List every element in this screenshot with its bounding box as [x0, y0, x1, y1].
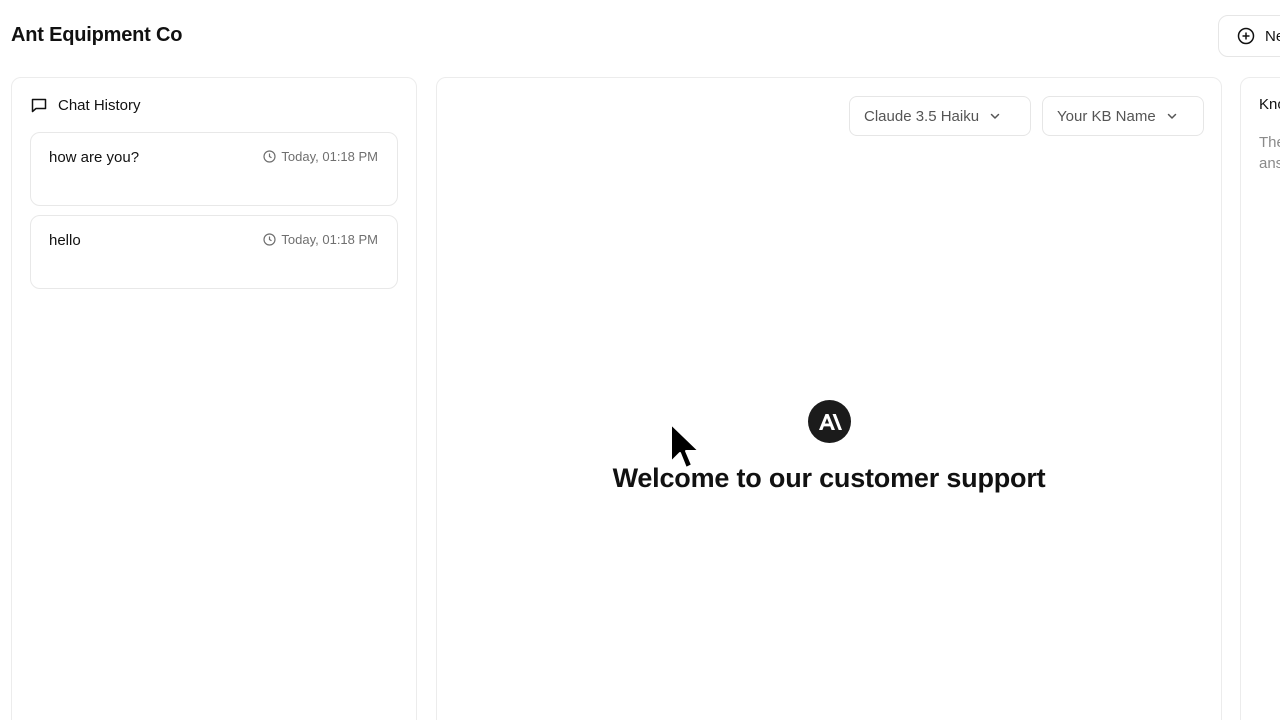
welcome-heading: Welcome to our customer support: [612, 463, 1046, 493]
chat-history-item-time: Today, 01:18 PM: [263, 149, 378, 164]
plus-circle-icon: [1237, 27, 1255, 45]
anthropic-logo-icon: [808, 400, 851, 443]
chevron-down-icon: [988, 109, 1002, 123]
knowledge-base-description: The sources used to find the answer will…: [1259, 134, 1280, 172]
app-root: Ant Equipment Co New Chat Chat History h…: [0, 0, 1280, 720]
chat-history-item[interactable]: how are you? Today, 01:18 PM: [30, 132, 398, 206]
knowledge-base-select-value: Your KB Name: [1057, 107, 1156, 125]
clock-icon: [263, 233, 277, 246]
chat-history-item-time-text: Today, 01:18 PM: [281, 149, 378, 164]
new-chat-button[interactable]: New Chat: [1218, 15, 1280, 57]
knowledge-base-select[interactable]: Your KB Name: [1042, 96, 1204, 136]
model-select[interactable]: Claude 3.5 Haiku: [849, 96, 1031, 136]
chat-history-item-title: hello: [49, 232, 81, 249]
chat-history-title: Chat History: [58, 96, 141, 114]
chat-history-panel: Chat History how are you? Today, 01:18 P…: [11, 77, 417, 720]
chat-history-item-time: Today, 01:18 PM: [263, 232, 378, 247]
app-title: Ant Equipment Co: [11, 24, 183, 46]
chat-history-header: Chat History: [30, 96, 141, 114]
new-chat-label: New Chat: [1265, 27, 1280, 45]
clock-icon: [263, 150, 277, 163]
chat-history-item[interactable]: hello Today, 01:18 PM: [30, 215, 398, 289]
chat-history-item-time-text: Today, 01:18 PM: [281, 232, 378, 247]
chevron-down-icon: [1165, 109, 1179, 123]
message-square-icon: [30, 96, 48, 114]
model-select-value: Claude 3.5 Haiku: [864, 107, 980, 125]
chat-panel: Claude 3.5 Haiku Your KB Name Welcome to…: [436, 77, 1222, 720]
knowledge-base-title: Knowledge Base: [1259, 96, 1280, 113]
chat-history-item-title: how are you?: [49, 149, 140, 166]
knowledge-base-panel: Knowledge Base The sources used to find …: [1240, 77, 1280, 720]
